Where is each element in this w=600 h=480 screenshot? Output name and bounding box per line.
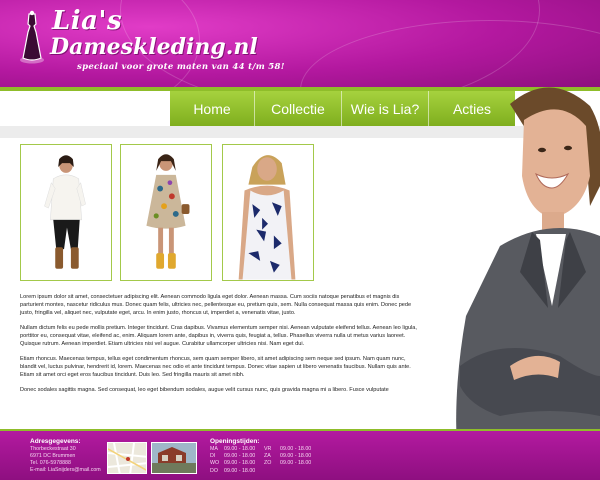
- map-thumbnail[interactable]: [107, 442, 147, 474]
- brand-tagline: speciaal voor grote maten van 44 t/m 58!: [77, 62, 285, 72]
- hours-time: 09.00 - 18.00: [280, 453, 312, 460]
- model-photo-icon: [121, 145, 211, 280]
- model-photo-icon: [223, 145, 313, 280]
- storefront-icon: [152, 443, 196, 473]
- shop-thumbnail[interactable]: [151, 442, 197, 474]
- hours-day: VR: [264, 446, 272, 452]
- hours-time: 09.00 - 18.00: [280, 460, 312, 467]
- hours-title: Openingstijden:: [210, 438, 260, 445]
- dress-logo-icon[interactable]: [19, 10, 45, 64]
- collection-photo-2[interactable]: [120, 144, 212, 281]
- brand-domain[interactable]: Dameskleding.nl: [50, 34, 258, 60]
- hero-woman-image: [456, 87, 600, 480]
- hours-time: [280, 468, 320, 475]
- model-photo-icon: [21, 145, 111, 280]
- hours-time: 09.00 - 18.00: [224, 453, 256, 460]
- content-paragraph: Nullam dictum felis eu pede mollis preti…: [20, 325, 417, 347]
- hours-day: ZO: [264, 460, 272, 467]
- nav-item-home[interactable]: Home: [170, 91, 255, 126]
- collection-photo-3[interactable]: [222, 144, 314, 281]
- main-content: Lorem ipsum dolor sit amet, consectetuer…: [20, 293, 420, 401]
- collection-photo-1[interactable]: [20, 144, 112, 281]
- nav-item-label: Wie is Lia?: [350, 100, 420, 117]
- nav-item-label: Collectie: [271, 100, 325, 117]
- hours-time: 09.00 - 18.00: [224, 446, 256, 452]
- address-title: Adresgegevens:: [30, 438, 81, 445]
- content-paragraph: Donec sodales sagittis magna. Sed conseq…: [20, 387, 389, 393]
- hours-time: 09.00 - 18.00: [224, 460, 256, 467]
- hours-day: [264, 468, 280, 475]
- nav-item-collectie[interactable]: Collectie: [255, 91, 342, 126]
- hours-time: 09.00 - 18.00: [224, 467, 256, 474]
- brand-name[interactable]: Lia's: [52, 6, 122, 36]
- email-link[interactable]: E-mail: LiaSnijders@mail.com: [30, 467, 101, 474]
- content-paragraph: Lorem ipsum dolor sit amet, consectetuer…: [20, 294, 412, 316]
- nav-item-label: Home: [193, 100, 231, 117]
- hours-day: DI: [210, 453, 216, 460]
- hours-day: WO: [210, 460, 220, 467]
- nav-item-wie-is-lia[interactable]: Wie is Lia?: [342, 91, 429, 126]
- opening-hours-table: MA 09.00 - 18.00 VR 09.00 - 18.00 DI 09.…: [210, 446, 320, 475]
- map-icon: [108, 443, 146, 473]
- hours-day: DO: [210, 467, 218, 474]
- hours-time: 09.00 - 18.00: [280, 446, 312, 452]
- hours-day: MA: [210, 446, 218, 452]
- content-paragraph: Etiam rhoncus. Maecenas tempus, tellus e…: [20, 356, 411, 378]
- hours-day: ZA: [264, 453, 271, 460]
